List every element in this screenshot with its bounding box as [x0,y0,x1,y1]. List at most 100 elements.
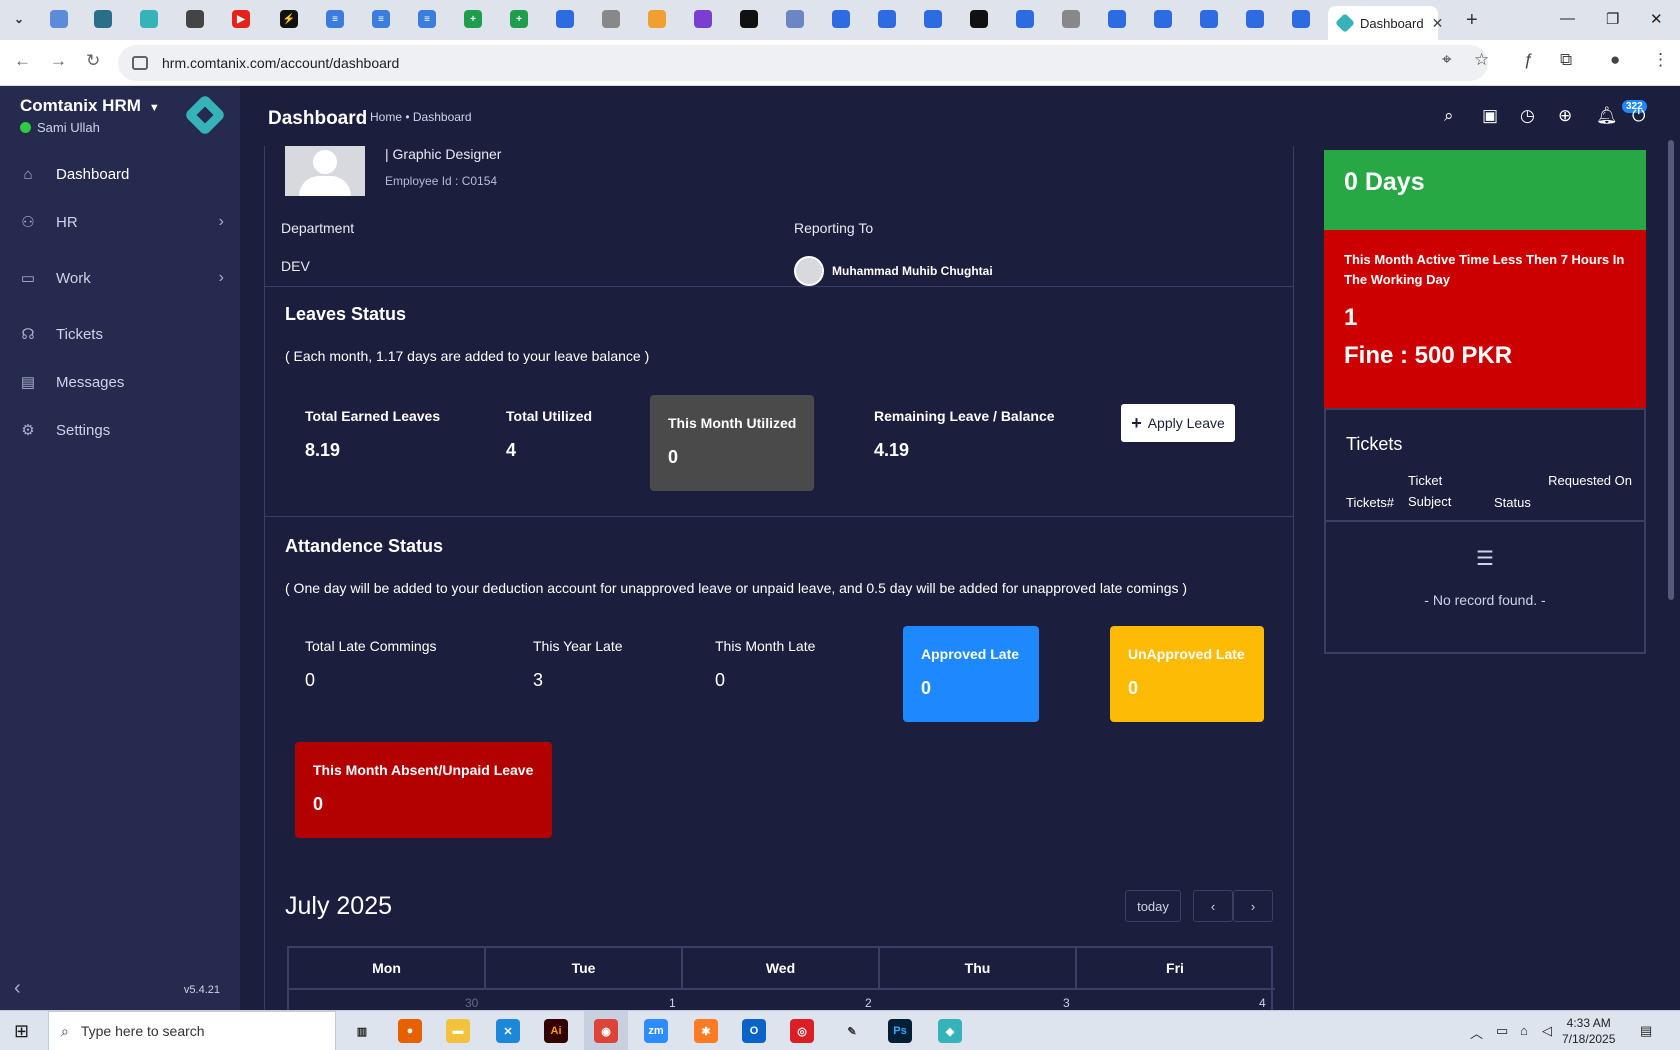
tab-favicon[interactable] [1200,10,1218,28]
firefox-icon[interactable]: ● [398,1019,422,1043]
system-clock[interactable]: 4:33 AM 7/18/2025 [1562,1015,1615,1047]
sidebar-item-dashboard[interactable]: ⌂ Dashboard [0,154,240,194]
chevron-right-icon: › [1250,898,1256,914]
add-circle-icon[interactable]: ⊕ [1558,106,1572,126]
location-icon[interactable]: ⌖ [1442,50,1452,70]
apply-leave-button[interactable]: + Apply Leave [1121,404,1235,442]
file-explorer-icon[interactable]: ▬ [446,1019,470,1043]
tab-favicon[interactable] [786,10,804,28]
brand-name[interactable]: Comtanix HRM ▼ [20,96,160,116]
collapse-sidebar-icon[interactable]: ‹ [14,977,21,1000]
volume-icon[interactable]: ◁ [1542,1023,1552,1039]
close-tab-icon[interactable]: ✕ [1432,15,1444,32]
calendar-day-header: Wed [683,948,880,988]
tab-favicon[interactable] [186,10,204,28]
creative-cloud-icon[interactable]: ◎ [790,1019,814,1043]
calendar-date[interactable]: 1 [669,996,676,1010]
calendar-date[interactable]: 3 [1063,996,1070,1010]
photoshop-icon[interactable]: Ps [888,1019,912,1043]
page-scrollbar[interactable] [1668,140,1674,600]
docs-favicon[interactable]: ≡ [418,10,436,28]
tab-favicon[interactable] [94,10,112,28]
tab-favicon[interactable]: ⚡ [280,10,298,28]
calendar-date[interactable]: 4 [1259,996,1266,1010]
sidebar-item-messages[interactable]: ▤ Messages [0,362,240,402]
forward-icon[interactable]: → [50,51,67,71]
illustrator-icon[interactable]: Ai [544,1019,568,1043]
network-icon[interactable]: ▭ [1496,1023,1508,1039]
taskbar-search[interactable]: ⌕ Type here to search [48,1011,336,1050]
sheets-favicon[interactable]: + [464,10,482,28]
tab-favicon[interactable] [1246,10,1264,28]
youtube-favicon[interactable]: ▶ [232,10,250,28]
tab-favicon[interactable] [50,10,68,28]
year-late-value: 3 [533,670,544,690]
bell-icon[interactable]: 🔔︎ [1596,106,1618,126]
calendar-date[interactable]: 30 [465,996,478,1010]
windows-start-icon[interactable]: ⊞ [14,1021,29,1042]
tab-favicon[interactable] [1108,10,1126,28]
calendar-date[interactable]: 2 [865,996,872,1010]
restore-icon[interactable]: ❐ [1606,10,1619,28]
tab-favicon[interactable] [832,10,850,28]
tab-favicon[interactable] [878,10,896,28]
docs-favicon[interactable]: ≡ [326,10,344,28]
tray-chevron-icon[interactable]: ︿ [1470,1023,1483,1042]
comtanix-app-icon[interactable]: ◆ [938,1019,962,1043]
chrome-icon[interactable]: ◉ [594,1019,618,1043]
next-month-button[interactable]: › [1233,890,1273,922]
close-window-icon[interactable]: ✕ [1650,10,1663,28]
pen-tool-icon[interactable]: ✎ [840,1019,864,1043]
notes-icon[interactable]: ▣ [1482,106,1498,126]
sidebar-item-work[interactable]: ▭ Work › [0,258,240,298]
sheets-favicon[interactable]: + [510,10,528,28]
extension-icon[interactable]: ƒ [1524,50,1533,70]
tab-favicon[interactable] [140,10,158,28]
address-bar[interactable]: hrm.comtanix.com/account/dashboard [118,45,1488,81]
wifi-icon[interactable]: ⌂ [1520,1023,1528,1038]
today-button[interactable]: today [1125,890,1181,922]
tab-favicon[interactable] [740,10,758,28]
tab-favicon[interactable] [1154,10,1172,28]
new-tab-button[interactable]: + [1466,9,1478,32]
prev-month-button[interactable]: ‹ [1193,890,1233,922]
puzzle-icon[interactable]: ⧉ [1560,50,1572,70]
tab-favicon[interactable] [1016,10,1034,28]
breadcrumb[interactable]: Home • Dashboard [370,110,472,124]
tab-favicon[interactable] [694,10,712,28]
outlook-icon[interactable]: O [742,1019,766,1043]
minimize-icon[interactable]: — [1560,10,1575,27]
notification-center-icon[interactable]: ▤ [1640,1023,1652,1039]
tab-favicon[interactable] [602,10,620,28]
tab-favicon[interactable] [970,10,988,28]
back-icon[interactable]: ← [14,51,31,71]
browser-menu-icon[interactable]: ⋮ [1652,50,1669,70]
site-info-icon[interactable] [132,56,148,70]
tab-favicon[interactable] [648,10,666,28]
bookmark-star-icon[interactable]: ☆ [1474,50,1489,70]
tab-search-icon[interactable]: ⌄ [10,10,28,28]
tab-favicon[interactable] [556,10,574,28]
xampp-icon[interactable]: ✱ [694,1019,718,1043]
task-view-icon[interactable]: ▥ [350,1019,374,1043]
vscode-icon[interactable]: ✕ [496,1019,520,1043]
tab-favicon[interactable] [924,10,942,28]
sidebar-item-hr[interactable]: ⚇ HR › [0,202,240,242]
reload-icon[interactable]: ↻ [86,51,100,71]
docs-favicon[interactable]: ≡ [372,10,390,28]
approved-late-value: 0 [921,678,932,698]
sidebar-item-tickets[interactable]: ☊ Tickets [0,314,240,354]
active-tab[interactable]: Dashboard ✕ [1328,6,1443,40]
power-icon[interactable]: ⏻ [1632,106,1645,126]
search-icon: ⌕ [61,1022,69,1039]
tab-favicon[interactable] [1062,10,1080,28]
manager-avatar [794,256,824,286]
zoom-icon[interactable]: zm [644,1019,668,1043]
search-icon[interactable]: ⌕ [1444,106,1454,126]
headset-icon: ☊ [21,326,35,343]
calendar-day-header: Mon [289,948,486,988]
tab-favicon[interactable] [1292,10,1310,28]
sidebar-item-settings[interactable]: ⚙ Settings [0,410,240,450]
profile-avatar[interactable]: ● [1610,50,1620,70]
clock-icon[interactable]: ◷ [1520,106,1535,126]
